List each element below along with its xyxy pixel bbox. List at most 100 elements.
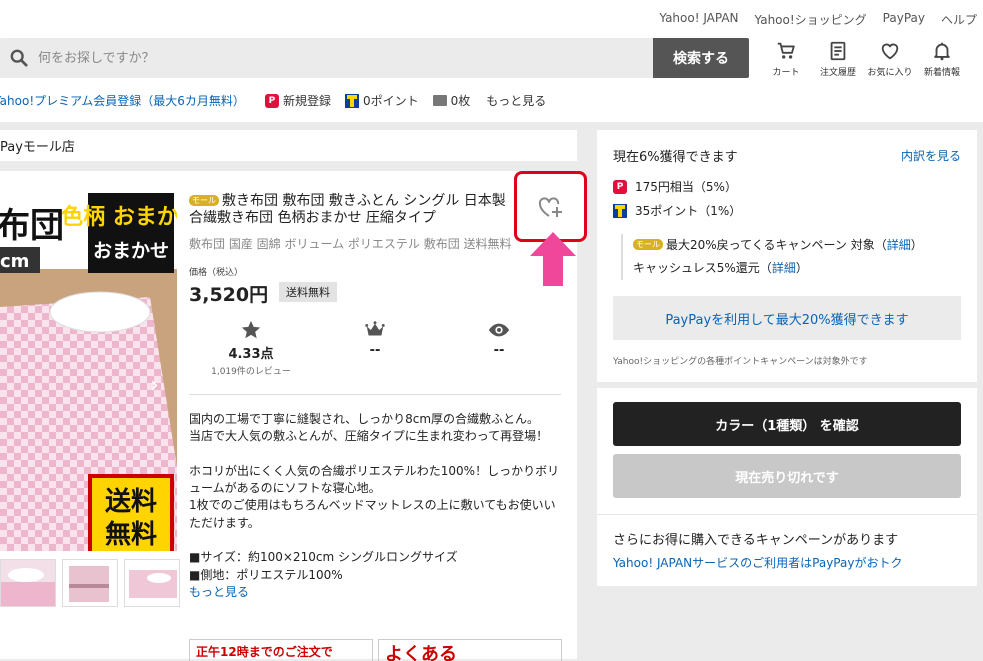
- promo-banners: 正午12時までのご注文で よくある: [189, 639, 562, 661]
- product-title: モール 敷き布団 敷布団 敷きふとん シングル 日本製 合繊敷き布団 色柄おまかせ…: [189, 193, 519, 227]
- campaign-1-text: 最大20%戻ってくるキャンペーン 対象（: [666, 238, 887, 252]
- review-stat[interactable]: 4.33点 1,019件のレビュー: [189, 319, 313, 394]
- thumbnail-strip: [0, 559, 180, 607]
- search-button[interactable]: 検索する: [653, 38, 749, 78]
- product-tags[interactable]: 敷布団 国産 固綿 ボリューム ポリエステル 敷布団 送料無料: [189, 235, 524, 252]
- extra-campaign-link[interactable]: Yahoo! JAPANサービスのご利用者はPayPayがおトク: [613, 554, 902, 571]
- cart-label: カート: [772, 68, 800, 78]
- eye-icon: [488, 323, 510, 337]
- campaign-item-1: モール 最大20%戻ってくるキャンペーン 対象（詳細）: [633, 234, 923, 257]
- next-image-arrow: ›: [150, 373, 159, 398]
- tpoint-row: 35ポイント（1%）: [613, 202, 741, 219]
- product-panel: 色柄 おまかせ おまかせ 布団 cm 送料 無料 › モール敷き布団 敷布団 敷…: [0, 171, 577, 661]
- bell-icon: [934, 42, 950, 61]
- points-title: 現在6%獲得できます: [613, 150, 738, 165]
- paypay-icon: P: [264, 93, 279, 108]
- product-description: 国内の工場で丁寧に縫製され、しっかり8cm厚の合繊敷ふとん。 当店で大人気の敷ふ…: [189, 411, 561, 601]
- tpoint-icon: [344, 93, 359, 108]
- paypay-signup[interactable]: P 新規登録: [264, 92, 331, 109]
- views-stat: --: [437, 319, 561, 394]
- yahoo-japan-link[interactable]: Yahoo! JAPAN: [659, 11, 738, 28]
- cart-button[interactable]: カート: [760, 40, 812, 78]
- product-main-image[interactable]: 色柄 おまかせ おまかせ 布団 cm 送料 無料 ›: [0, 187, 177, 551]
- header-icons: カート 注文履歴 お気に入り 新着情報: [760, 40, 968, 78]
- yahoo-shopping-link[interactable]: Yahoo!ショッピング: [755, 11, 867, 28]
- tpoint-icon: [613, 203, 627, 218]
- store-name[interactable]: Payモール店: [0, 136, 75, 155]
- sold-out-button: 現在売り切れです: [613, 454, 961, 498]
- delivery-banner[interactable]: 正午12時までのご注文で: [189, 639, 373, 661]
- free-shipping-badge: 送料無料: [279, 282, 337, 302]
- faq-banner[interactable]: よくある: [378, 639, 562, 661]
- product-title-text: 敷き布団 敷布団 敷きふとん シングル 日本製 合繊敷き布団 色柄おまかせ 圧縮…: [189, 193, 506, 226]
- views-value: --: [493, 343, 505, 358]
- top-links: Yahoo! JAPAN Yahoo!ショッピング PayPay ヘルプ: [659, 11, 977, 28]
- help-link[interactable]: ヘルプ: [941, 11, 977, 28]
- store-header: Payモール店: [0, 130, 577, 161]
- paypay-icon: P: [613, 179, 627, 194]
- header: Yahoo! JAPAN Yahoo!ショッピング PayPay ヘルプ 検索す…: [0, 0, 983, 122]
- mall-badge: モール: [633, 239, 663, 250]
- search-bar: [0, 38, 653, 78]
- tpoint-points: 35ポイント（1%）: [635, 204, 742, 218]
- campaign-2-text: キャッシュレス5%還元（: [633, 261, 772, 275]
- ranking-stat: --: [313, 319, 437, 394]
- heart-icon: [881, 43, 899, 60]
- favorites-button[interactable]: お気に入り: [864, 40, 916, 78]
- thumbnail-3[interactable]: [124, 559, 180, 607]
- check-color-button[interactable]: カラー（1種類） を確認: [613, 402, 961, 446]
- campaign-1-close: ）: [910, 238, 923, 252]
- review-score: 4.33点: [228, 347, 274, 362]
- coupon-label: 0枚: [450, 94, 471, 108]
- price: 3,520円: [189, 284, 269, 306]
- delivery-banner-text: 正午12時までのご注文で: [196, 645, 333, 659]
- campaign-2-detail-link[interactable]: 詳細: [772, 261, 796, 275]
- campaign-item-2: キャッシュレス5%還元（詳細）: [633, 257, 923, 280]
- svg-text:無料: 無料: [105, 520, 157, 550]
- signup-label: 新規登録: [282, 94, 331, 108]
- svg-text:おまかせ: おまかせ: [93, 240, 169, 262]
- points-label: 0ポイント: [362, 94, 419, 108]
- mall-badge: モール: [189, 195, 219, 206]
- thumbnail-1[interactable]: [0, 559, 56, 607]
- divider: [597, 514, 977, 515]
- paypay-points: 175円相当（5%）: [635, 180, 737, 194]
- notifications-button[interactable]: 新着情報: [916, 40, 968, 78]
- futon-photo: 色柄 おまかせ おまかせ 布団 cm 送料 無料 ›: [0, 187, 177, 551]
- campaign-list: モール 最大20%戻ってくるキャンペーン 対象（詳細） キャッシュレス5%還元（詳…: [621, 234, 923, 280]
- ranking-value: --: [369, 343, 381, 358]
- points-panel: 現在6%獲得できます 内訳を見る P 175円相当（5%） 35ポイント（1%）…: [597, 130, 977, 382]
- heart-plus-icon: [538, 196, 562, 217]
- favorites-label: お気に入り: [867, 68, 913, 78]
- campaign-1-detail-link[interactable]: 詳細: [887, 238, 911, 252]
- star-icon: [241, 320, 261, 339]
- description-text: 国内の工場で丁寧に縫製され、しっかり8cm厚の合繊敷ふとん。 当店で大人気の敷ふ…: [189, 412, 560, 582]
- svg-text:送料: 送料: [105, 487, 157, 517]
- paypay-link[interactable]: PayPay: [883, 11, 925, 28]
- campaign-note: Yahoo!ショッピングの各種ポイントキャンペーンは対象外です: [613, 357, 868, 367]
- extra-campaign-title: さらにお得に購入できるキャンペーンがあります: [613, 533, 899, 548]
- search-input[interactable]: [38, 38, 638, 78]
- coupon-count[interactable]: 0枚: [432, 92, 471, 109]
- premium-signup-link[interactable]: Yahoo!プレミアム会員登録（最大6カ月無料）: [0, 92, 245, 109]
- sub-navigation: Yahoo!プレミアム会員登録（最大6カ月無料） P 新規登録 0ポイント 0枚…: [0, 92, 546, 109]
- purchase-panel: カラー（1種類） を確認 現在売り切れです さらにお得に購入できるキャンペーンが…: [597, 388, 977, 586]
- paypay-campaign-button[interactable]: PayPayを利用して最大20%獲得できます: [613, 296, 961, 340]
- order-history-button[interactable]: 注文履歴: [812, 40, 864, 78]
- paypay-points-row: P 175円相当（5%）: [613, 178, 737, 195]
- product-stats: 4.33点 1,019件のレビュー -- --: [189, 319, 561, 395]
- image-text-cm: cm: [0, 251, 29, 272]
- breakdown-link[interactable]: 内訳を見る: [901, 147, 961, 164]
- campaign-2-close: ）: [795, 261, 808, 275]
- image-text-futon: 布団: [0, 206, 64, 246]
- thumbnail-2[interactable]: [62, 559, 118, 607]
- order-history-icon: [830, 41, 846, 61]
- tpoint-balance[interactable]: 0ポイント: [344, 92, 419, 109]
- more-link[interactable]: もっと見る: [486, 92, 546, 109]
- image-text-color: 色柄 おまかせ: [61, 204, 177, 230]
- price-label: 価格（税込）: [189, 268, 244, 278]
- pointer-arrow-icon: [530, 232, 576, 286]
- notifications-label: 新着情報: [923, 68, 960, 78]
- description-more-link[interactable]: もっと見る: [189, 585, 249, 599]
- cart-icon: [777, 42, 795, 59]
